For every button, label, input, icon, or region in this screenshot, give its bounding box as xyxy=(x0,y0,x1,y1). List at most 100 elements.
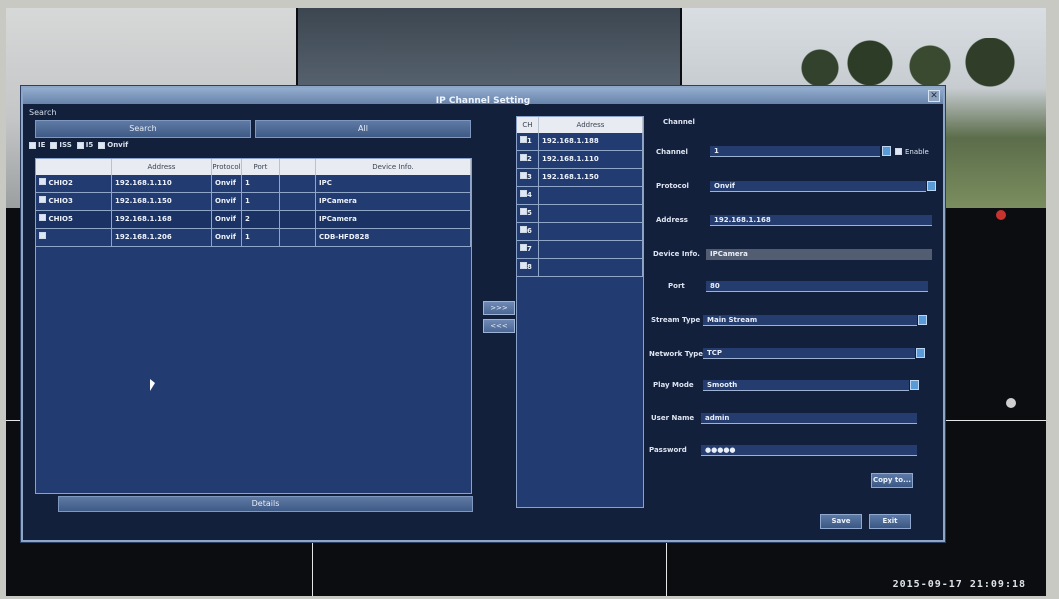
checkbox-icon[interactable] xyxy=(39,196,46,203)
user-name-input[interactable]: admin xyxy=(701,413,917,424)
col-header xyxy=(280,159,316,175)
dropdown-icon[interactable] xyxy=(910,380,919,390)
checkbox-icon[interactable] xyxy=(520,172,527,179)
record-icon xyxy=(1006,398,1016,408)
user-name-label: User Name xyxy=(651,414,695,422)
dialog-title: IP Channel Setting xyxy=(435,96,531,106)
filter-ie[interactable]: IE xyxy=(29,141,45,149)
ch-address-cell xyxy=(539,205,643,222)
protocol-filters: IE ISS I5 Onvif xyxy=(29,141,128,149)
col-header: Address xyxy=(112,159,212,175)
network-type-select[interactable]: TCP xyxy=(703,348,915,359)
password-label: Password xyxy=(649,446,687,454)
spacer-cell xyxy=(280,229,316,246)
col-header: Address xyxy=(539,117,643,133)
checkbox-icon xyxy=(98,141,106,149)
checkbox-icon[interactable] xyxy=(520,190,527,197)
stream-type-select[interactable]: Main Stream xyxy=(703,315,917,326)
spacer-cell xyxy=(280,193,316,210)
copy-to-button[interactable]: Copy to... xyxy=(871,473,913,488)
address-cell: 192.168.1.150 xyxy=(112,193,212,210)
checkbox-icon[interactable] xyxy=(520,262,527,269)
port-input[interactable]: 80 xyxy=(706,281,928,292)
checkbox-icon[interactable] xyxy=(520,208,527,215)
search-button[interactable]: Search xyxy=(35,120,251,138)
ch-cell: 4 xyxy=(517,187,539,204)
address-input[interactable]: 192.168.1.168 xyxy=(710,215,932,226)
port-cell: 1 xyxy=(242,175,280,192)
dropdown-icon[interactable] xyxy=(882,146,891,156)
channel-row[interactable]: 2 192.168.1.110 xyxy=(517,151,643,169)
search-section-label: Search xyxy=(29,108,57,117)
port-cell: 1 xyxy=(242,193,280,210)
col-header: Protocol xyxy=(212,159,242,175)
all-button[interactable]: All xyxy=(255,120,471,138)
exit-button[interactable]: Exit xyxy=(869,514,911,529)
channel-row[interactable]: 7 xyxy=(517,241,643,259)
checkbox-icon[interactable] xyxy=(520,226,527,233)
table-row[interactable]: CHIO5 192.168.1.168 Onvif 2 IPCamera xyxy=(36,211,471,229)
checkbox-icon[interactable] xyxy=(520,136,527,143)
channel-row[interactable]: 8 xyxy=(517,259,643,277)
channel-row[interactable]: 6 xyxy=(517,223,643,241)
port-cell: 2 xyxy=(242,211,280,228)
ch-cell: 6 xyxy=(517,223,539,240)
row-name-cell xyxy=(36,229,112,246)
ch-address-cell xyxy=(539,187,643,204)
table-row[interactable]: CHIO2 192.168.1.110 Onvif 1 IPC xyxy=(36,175,471,193)
filter-i5[interactable]: I5 xyxy=(76,141,93,149)
dropdown-icon[interactable] xyxy=(918,315,927,325)
channel-row[interactable]: 5 xyxy=(517,205,643,223)
channel-row[interactable]: 4 xyxy=(517,187,643,205)
table-row[interactable]: 192.168.1.206 Onvif 1 CDB-HFD828 xyxy=(36,229,471,247)
ch-address-cell: 192.168.1.188 xyxy=(539,133,643,150)
ch-address-cell xyxy=(539,241,643,258)
grid-divider xyxy=(666,540,667,596)
checkbox-icon[interactable] xyxy=(39,178,46,185)
col-header: Port xyxy=(242,159,280,175)
dropdown-icon[interactable] xyxy=(927,181,936,191)
details-button[interactable]: Details xyxy=(58,496,473,512)
filter-onvif[interactable]: Onvif xyxy=(98,141,128,149)
filter-iss[interactable]: ISS xyxy=(50,141,72,149)
timestamp: 2015-09-17 21:09:18 xyxy=(892,579,1026,590)
checkbox-icon[interactable] xyxy=(39,214,46,221)
network-type-label: Network Type xyxy=(649,350,704,358)
checkbox-icon[interactable] xyxy=(520,154,527,161)
dropdown-icon[interactable] xyxy=(916,348,925,358)
info-cell: IPC xyxy=(316,175,471,192)
play-mode-label: Play Mode xyxy=(653,381,694,389)
channel-row[interactable]: 3 192.168.1.150 xyxy=(517,169,643,187)
device-info-label: Device Info. xyxy=(653,250,700,258)
search-table-header: Address Protocol Port Device Info. xyxy=(36,159,471,175)
channel-row[interactable]: 1 192.168.1.188 xyxy=(517,133,643,151)
protocol-cell: Onvif xyxy=(212,211,242,228)
ch-address-cell xyxy=(539,223,643,240)
remove-channel-button[interactable]: <<< xyxy=(483,319,515,333)
add-channel-button[interactable]: >>> xyxy=(483,301,515,315)
protocol-select[interactable]: Onvif xyxy=(710,181,926,192)
password-input[interactable]: ●●●●● xyxy=(701,445,917,456)
col-header: CH xyxy=(517,117,539,133)
save-button[interactable]: Save xyxy=(820,514,862,529)
checkbox-icon[interactable] xyxy=(520,244,527,251)
checkbox-icon[interactable] xyxy=(39,232,46,239)
col-header: Device Info. xyxy=(316,159,471,175)
channel-select[interactable]: 1 xyxy=(710,146,880,157)
dialog-titlebar[interactable]: IP Channel Setting ✕ xyxy=(23,88,943,106)
table-row[interactable]: CHIO3 192.168.1.150 Onvif 1 IPCamera xyxy=(36,193,471,211)
info-cell: IPCamera xyxy=(316,193,471,210)
protocol-cell: Onvif xyxy=(212,193,242,210)
grid-divider xyxy=(312,540,313,596)
ch-cell: 2 xyxy=(517,151,539,168)
enable-checkbox[interactable] xyxy=(895,148,902,155)
ch-address-cell: 192.168.1.110 xyxy=(539,151,643,168)
checkbox-icon xyxy=(76,141,84,149)
play-mode-select[interactable]: Smooth xyxy=(703,380,909,391)
address-cell: 192.168.1.110 xyxy=(112,175,212,192)
mouse-cursor-icon xyxy=(150,379,155,391)
protocol-cell: Onvif xyxy=(212,229,242,246)
ch-address-cell: 192.168.1.150 xyxy=(539,169,643,186)
ch-cell: 7 xyxy=(517,241,539,258)
close-button[interactable]: ✕ xyxy=(928,90,940,102)
